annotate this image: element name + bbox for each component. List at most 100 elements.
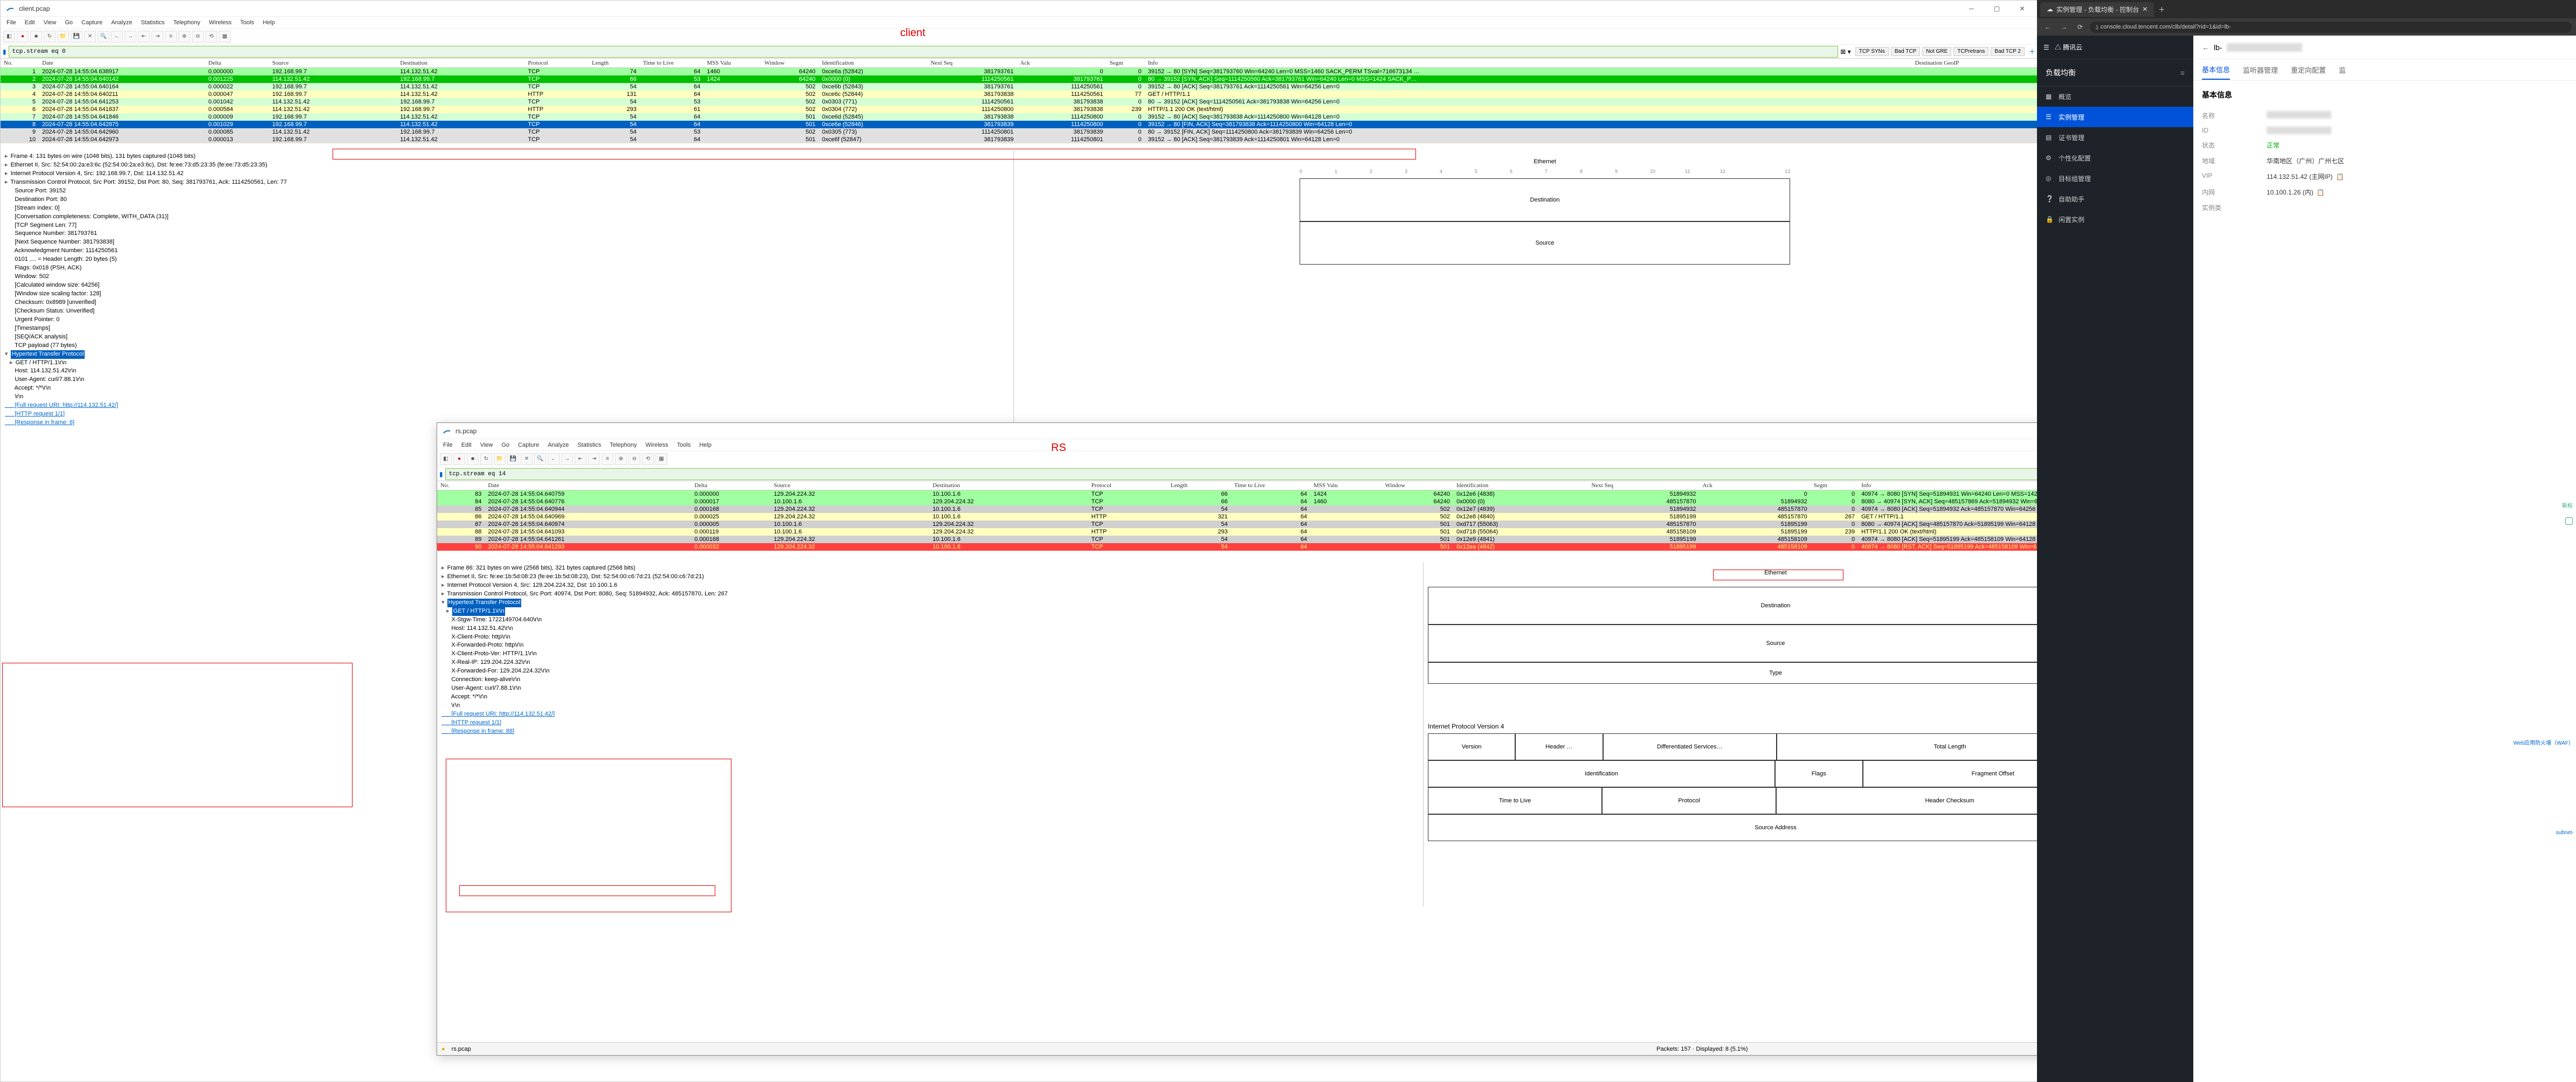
menu-go[interactable]: Go [61,18,76,27]
col-header[interactable]: Window [1382,481,1453,490]
detail-line[interactable]: ▸ Frame 4: 131 bytes on wire (1048 bits)… [5,152,1009,161]
toolbar-btn[interactable]: 📁 [57,31,69,43]
detail-line[interactable]: TCP payload (77 bytes) [5,342,1009,350]
http-line[interactable]: X-Stgw-Time: 1722149704.640\r\n [441,616,1419,625]
tab-basic[interactable]: 基本信息 [2202,60,2230,80]
col-header[interactable]: Identification [1453,481,1588,490]
toolbar-btn[interactable]: → [561,453,573,465]
toolbar-btn[interactable]: ⇥ [151,31,163,43]
detail-line[interactable]: ▸ Internet Protocol Version 4, Src: 129.… [441,581,1419,590]
sidebar-item-cert[interactable]: ▤ 证书管理 [2037,127,2193,148]
detail-line[interactable]: Flags: 0x018 (PSH, ACK) [5,264,1009,273]
url-field[interactable]: ⍙ console.cloud.tencent.com/clb/detail?r… [2090,22,2572,33]
menu-analyze[interactable]: Analyze [108,18,135,27]
detail-line[interactable]: ▸ Transmission Control Protocol, Src Por… [441,590,1419,599]
col-header[interactable]: Segm [1106,59,1144,68]
copy-icon[interactable]: 📋 [2317,189,2325,196]
http-line[interactable]: X-Real-IP: 129.204.224.32\r\n [441,658,1419,667]
sidebar-item-gear[interactable]: ⚙ 个性化配置 [2037,148,2193,168]
toolbar-btn[interactable]: ● [17,31,29,43]
filter-preset[interactable]: TCPretrans [1953,47,1988,56]
menu-capture[interactable]: Capture [515,441,542,449]
detail-line[interactable]: ▸ Transmission Control Protocol, Src Por… [5,178,1009,187]
toolbar-btn[interactable]: ≡ [165,31,177,43]
detail-line[interactable]: [Window size scaling factor: 128] [5,290,1009,299]
filter-preset[interactable]: Not GRE [1922,47,1951,56]
menu-edit[interactable]: Edit [22,18,38,27]
filter-input[interactable] [9,46,1839,58]
http-line[interactable]: X-Forwarded-Proto: http\r\n [441,641,1419,650]
toolbar-btn[interactable]: ■ [467,453,479,465]
col-header[interactable]: Date [39,59,205,68]
col-header[interactable]: Destination [929,481,1088,490]
packet-row[interactable]: 72024-07-28 14:55:04.6418460.000009192.1… [1,113,2040,121]
http-line[interactable]: [Response in frame: 88] [441,727,1419,736]
toolbar-btn[interactable]: ≡ [602,453,613,465]
detail-line[interactable]: 0101 .... = Header Length: 20 bytes (5) [5,255,1009,264]
menu-telephony[interactable]: Telephony [606,441,640,449]
detail-line[interactable]: Window: 502 [5,273,1009,281]
toolbar-btn[interactable]: ⇤ [138,31,150,43]
sidebar-item-grid[interactable]: ▦ 概览 [2037,86,2193,107]
detail-line[interactable]: [Checksum Status: Unverified] [5,307,1009,316]
http-line[interactable]: X-Client-Proto: http\r\n [441,633,1419,642]
http-line[interactable]: X-Forwarded-For: 129.204.224.32\r\n [441,667,1419,676]
filter-preset[interactable]: Bad TCP [1891,47,1920,56]
detail-line[interactable]: Source Port: 39152 [5,187,1009,196]
toolbar-btn[interactable]: ✕ [84,31,96,43]
detail-line[interactable]: [Stream index: 0] [5,204,1009,213]
menu-analyze[interactable]: Analyze [544,441,572,449]
menu-help[interactable]: Help [696,441,715,449]
menu-view[interactable]: View [477,441,496,449]
col-header[interactable]: Ack [1700,481,1811,490]
col-header[interactable]: Length [1168,481,1231,490]
detail-line[interactable]: [Calculated window size: 64256] [5,281,1009,290]
menu-telephony[interactable]: Telephony [170,18,203,27]
client-packet-list[interactable]: No.DateDeltaSourceDestinationProtocolLen… [1,59,2040,150]
plus-box-icon[interactable] [2565,517,2573,525]
filter-add-icon[interactable]: ＋ [2027,47,2038,56]
sidebar-item-help[interactable]: ❔ 自助助手 [2037,189,2193,209]
http-line[interactable]: [HTTP request 1/1] [441,719,1419,727]
menu-wireless[interactable]: Wireless [643,441,672,449]
detail-line[interactable]: Urgent Pointer: 0 [5,316,1009,324]
filter-preset[interactable]: Bad TCP 2 [1991,47,2025,56]
detail-line[interactable]: [Conversation completeness: Complete, WI… [5,213,1009,221]
sidebar-item-target[interactable]: ◎ 目标组管理 [2037,168,2193,189]
toolbar-btn[interactable]: ↻ [44,31,56,43]
toolbar-btn[interactable]: ↻ [480,453,492,465]
detail-line[interactable]: ▾ Hypertext Transfer Protocol [441,599,1419,607]
menu-tools[interactable]: Tools [674,441,694,449]
tab-close-icon[interactable]: ✕ [2142,5,2147,13]
col-header[interactable]: MSS Valu [1310,481,1382,490]
http-line[interactable]: Host: 114.132.51.42\r\n [441,625,1419,633]
menu-edit[interactable]: Edit [458,441,475,449]
client-detail-pane[interactable]: ▸ Frame 4: 131 bytes on wire (1048 bits)… [1,150,1014,452]
col-header[interactable]: Destination GeoIP [1912,59,2040,68]
col-header[interactable]: Protocol [524,59,589,68]
toolbar-btn[interactable]: → [125,31,136,43]
rs-detail-pane[interactable]: ▸ Frame 86: 321 bytes on wire (2568 bits… [437,562,1424,907]
http-line[interactable]: [Full request URI: http://114.132.51.42/… [441,710,1419,719]
col-header[interactable]: Destination [397,59,524,68]
toolbar-btn[interactable]: ⊕ [615,453,627,465]
menu-capture[interactable]: Capture [78,18,106,27]
menu-file[interactable]: File [440,441,456,449]
http-line[interactable]: User-Agent: curl/7.88.1\r\n [5,376,1009,384]
toolbar-btn[interactable]: ◧ [440,453,452,465]
detail-line[interactable]: [Timestamps] [5,324,1009,333]
toolbar-btn[interactable]: 💾 [507,453,519,465]
packet-row[interactable]: 42024-07-28 14:55:04.6402110.000047192.1… [1,91,2040,98]
toolbar-btn[interactable]: ▦ [219,31,231,43]
packet-row[interactable]: 92024-07-28 14:55:04.6429600.000085114.1… [1,128,2040,136]
collapse-icon[interactable]: ≡ [2180,68,2185,77]
detail-line[interactable]: [SEQ/ACK analysis] [5,333,1009,342]
new-tab-button[interactable]: ＋ [2154,3,2169,16]
col-header[interactable]: Segm [1811,481,1858,490]
col-header[interactable]: Source [269,59,397,68]
http-line[interactable]: Accept: */*\r\n [441,693,1419,702]
col-header[interactable]: No. [437,481,485,490]
col-header[interactable]: Delta [691,481,770,490]
tab-listener[interactable]: 监听器管理 [2243,60,2278,79]
detail-line[interactable]: Acknowledgment Number: 1114250561 [5,247,1009,255]
